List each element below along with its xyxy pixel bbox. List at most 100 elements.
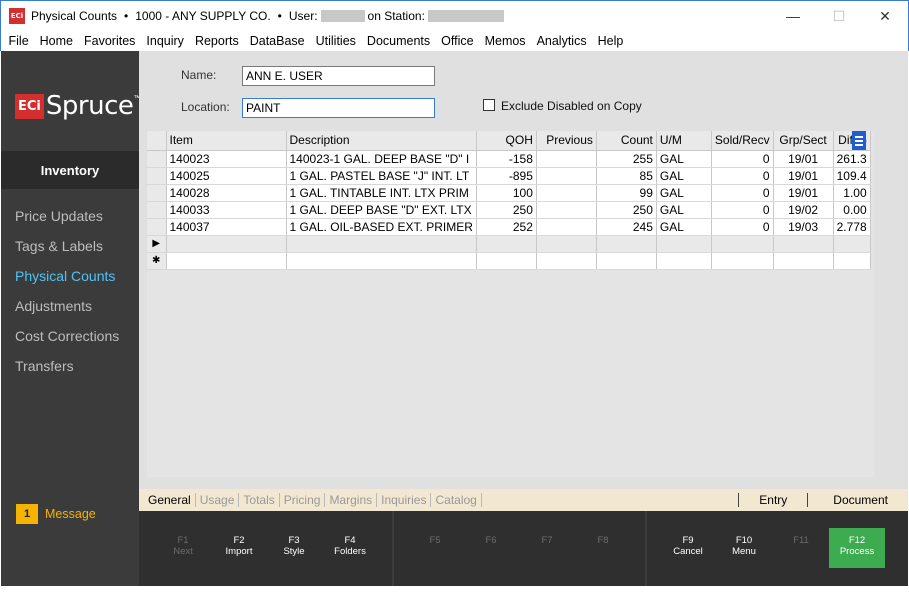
empty-cell[interactable] — [833, 252, 871, 270]
menu-utilities[interactable]: Utilities — [310, 34, 361, 48]
cell-qoh[interactable]: -895 — [476, 167, 537, 185]
sidebar-item-adjustments[interactable]: Adjustments — [15, 298, 92, 314]
sidebar-item-tags-labels[interactable]: Tags & Labels — [15, 238, 103, 254]
cell-item[interactable]: 140023 — [166, 150, 287, 168]
new-row-asterisk-icon[interactable]: ✱ — [147, 252, 167, 270]
fkey-f9-cancel-button[interactable]: F9 Cancel — [660, 535, 716, 557]
row-selector[interactable] — [147, 184, 167, 202]
cell-grp-sect[interactable]: 19/01 — [773, 150, 834, 168]
empty-cell[interactable] — [711, 235, 774, 253]
menu-documents[interactable]: Documents — [361, 34, 435, 48]
col-header-count[interactable]: Count — [596, 131, 657, 151]
menu-memos[interactable]: Memos — [479, 34, 531, 48]
current-row-arrow-icon[interactable]: ▶ — [147, 235, 167, 253]
col-header-qoh[interactable]: QOH — [476, 131, 537, 151]
cell-sold-recv[interactable]: 0 — [711, 167, 774, 185]
fkey-f3-style-button[interactable]: F3 Style — [266, 535, 322, 557]
empty-cell[interactable] — [166, 235, 287, 253]
cell-sold-recv[interactable]: 0 — [711, 201, 774, 219]
table-row[interactable]: 140033 1 GAL. DEEP BASE "D" EXT. LTX 250… — [147, 201, 871, 219]
sidebar-section-inventory[interactable]: Inventory — [1, 151, 139, 189]
cell-grp-sect[interactable]: 19/03 — [773, 218, 834, 236]
cell-grp-sect[interactable]: 19/01 — [773, 184, 834, 202]
minimize-button[interactable]: — — [770, 1, 816, 31]
menu-reports[interactable]: Reports — [189, 34, 244, 48]
cell-um[interactable]: GAL — [656, 167, 712, 185]
cell-description[interactable]: 140023-1 GAL. DEEP BASE "D" I — [286, 150, 477, 168]
tab-document[interactable]: Document — [807, 493, 908, 507]
empty-cell[interactable] — [476, 252, 537, 270]
cell-count[interactable]: 255 — [596, 150, 657, 168]
fkey-f2-import-button[interactable]: F2 Import — [211, 535, 267, 557]
row-selector-header[interactable] — [147, 131, 167, 151]
table-row[interactable]: 140023 140023-1 GAL. DEEP BASE "D" I -15… — [147, 150, 871, 168]
cell-um[interactable]: GAL — [656, 184, 712, 202]
cell-item[interactable]: 140025 — [166, 167, 287, 185]
tab-entry[interactable]: Entry — [738, 493, 807, 507]
cell-diff-pct[interactable]: 0.00 — [833, 201, 871, 219]
cell-sold-recv[interactable]: 0 — [711, 218, 774, 236]
col-header-grp-sect[interactable]: Grp/Sect — [773, 131, 834, 151]
empty-cell[interactable] — [773, 252, 834, 270]
sidebar-item-price-updates[interactable]: Price Updates — [15, 208, 103, 224]
fkey-f4-folders-button[interactable]: F4 Folders — [322, 535, 378, 557]
empty-cell[interactable] — [656, 235, 712, 253]
current-row[interactable]: ▶ — [147, 235, 871, 253]
cell-diff-pct[interactable]: 261.3 — [833, 150, 871, 168]
col-header-previous[interactable]: Previous — [536, 131, 597, 151]
cell-count[interactable]: 85 — [596, 167, 657, 185]
cell-diff-pct[interactable]: 2.778 — [833, 218, 871, 236]
row-selector[interactable] — [147, 201, 167, 219]
cell-description[interactable]: 1 GAL. OIL-BASED EXT. PRIMER — [286, 218, 477, 236]
column-chooser-icon[interactable] — [852, 131, 866, 150]
cell-grp-sect[interactable]: 19/02 — [773, 201, 834, 219]
fkey-f6-button[interactable]: F6 — [463, 535, 519, 546]
menu-database[interactable]: DataBase — [244, 34, 310, 48]
row-selector[interactable] — [147, 218, 167, 236]
tab-general[interactable]: General — [139, 493, 196, 507]
row-selector[interactable] — [147, 167, 167, 185]
cell-qoh[interactable]: -158 — [476, 150, 537, 168]
empty-cell[interactable] — [476, 235, 537, 253]
table-row[interactable]: 140037 1 GAL. OIL-BASED EXT. PRIMER 252 … — [147, 218, 871, 236]
menu-office[interactable]: Office — [436, 34, 479, 48]
empty-cell[interactable] — [286, 252, 477, 270]
empty-cell[interactable] — [166, 252, 287, 270]
menu-help[interactable]: Help — [592, 34, 629, 48]
cell-previous[interactable] — [536, 201, 597, 219]
cell-description[interactable]: 1 GAL. DEEP BASE "D" EXT. LTX — [286, 201, 477, 219]
empty-cell[interactable] — [536, 252, 597, 270]
menu-inquiry[interactable]: Inquiry — [141, 34, 190, 48]
cell-description[interactable]: 1 GAL. TINTABLE INT. LTX PRIM — [286, 184, 477, 202]
col-header-um[interactable]: U/M — [656, 131, 712, 151]
cell-qoh[interactable]: 252 — [476, 218, 537, 236]
cell-um[interactable]: GAL — [656, 201, 712, 219]
table-row[interactable]: 140025 1 GAL. PASTEL BASE "J" INT. LT -8… — [147, 167, 871, 185]
empty-cell[interactable] — [596, 235, 657, 253]
empty-cell[interactable] — [536, 235, 597, 253]
empty-cell[interactable] — [711, 252, 774, 270]
empty-cell[interactable] — [596, 252, 657, 270]
tab-totals[interactable]: Totals — [239, 493, 280, 507]
fkey-f8-button[interactable]: F8 — [575, 535, 631, 546]
menu-favorites[interactable]: Favorites — [79, 34, 141, 48]
cell-qoh[interactable]: 250 — [476, 201, 537, 219]
close-button[interactable]: ✕ — [862, 1, 908, 31]
col-header-item[interactable]: Item — [166, 131, 287, 151]
col-header-sold-recv[interactable]: Sold/Recv — [711, 131, 774, 151]
fkey-f10-menu-button[interactable]: F10 Menu — [716, 535, 772, 557]
cell-grp-sect[interactable]: 19/01 — [773, 167, 834, 185]
cell-diff-pct[interactable]: 1.00 — [833, 184, 871, 202]
menu-home[interactable]: Home — [34, 34, 78, 48]
cell-diff-pct[interactable]: 109.4 — [833, 167, 871, 185]
exclude-disabled-checkbox[interactable] — [483, 99, 495, 111]
new-row[interactable]: ✱ — [147, 252, 871, 270]
tab-usage[interactable]: Usage — [196, 493, 240, 507]
maximize-button[interactable]: ☐ — [816, 1, 862, 31]
cell-item[interactable]: 140028 — [166, 184, 287, 202]
cell-item[interactable]: 140033 — [166, 201, 287, 219]
cell-count[interactable]: 250 — [596, 201, 657, 219]
fkey-f5-button[interactable]: F5 — [407, 535, 463, 546]
cell-item[interactable]: 140037 — [166, 218, 287, 236]
empty-cell[interactable] — [286, 235, 477, 253]
